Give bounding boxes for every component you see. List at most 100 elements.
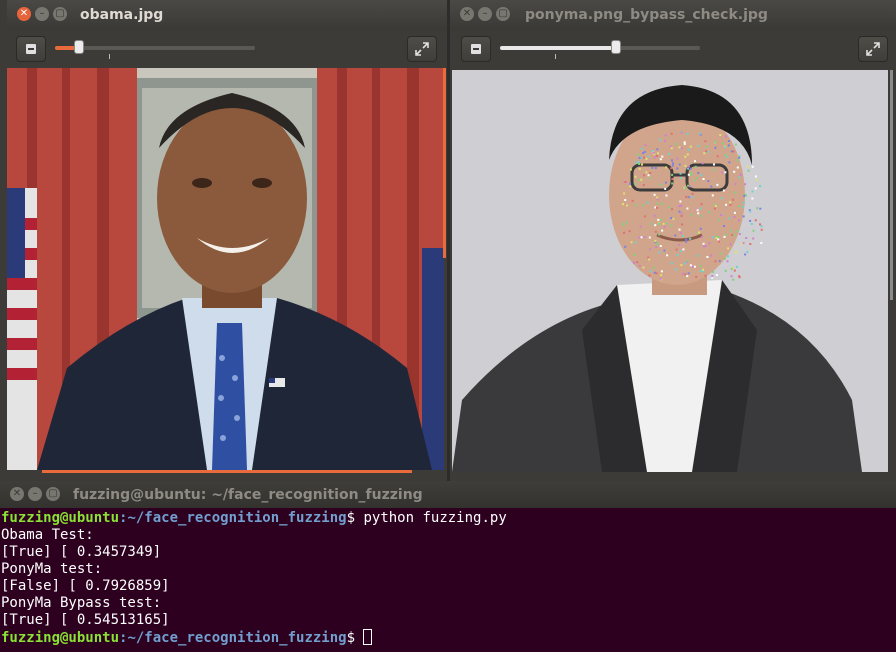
prompt-symbol: $	[346, 510, 356, 526]
noise-pixel	[674, 268, 677, 271]
noise-pixel	[725, 135, 727, 138]
noise-pixel	[690, 174, 693, 176]
noise-pixel	[659, 158, 662, 161]
zoom-out-icon	[471, 44, 481, 54]
noise-pixel	[624, 181, 627, 183]
slider-handle[interactable]	[74, 40, 84, 54]
noise-pixel	[733, 215, 736, 218]
terminal-line: Obama Test:	[1, 527, 94, 543]
window-titlebar[interactable]: ✕ – ▢ ponyma.png_bypass_check.jpg	[450, 0, 896, 30]
noise-pixel	[679, 176, 682, 179]
zoom-out-button[interactable]	[16, 36, 46, 62]
maximize-icon[interactable]: ▢	[46, 487, 60, 501]
zoom-slider[interactable]	[55, 40, 255, 54]
noise-pixel	[724, 146, 727, 149]
image-toolbar	[450, 30, 896, 68]
fullscreen-button[interactable]	[858, 36, 888, 62]
noise-pixel	[729, 204, 732, 206]
noise-pixel	[722, 189, 725, 192]
noise-pixel	[736, 166, 739, 169]
noise-pixel	[712, 168, 715, 171]
noise-pixel	[690, 171, 693, 174]
fullscreen-button[interactable]	[407, 36, 437, 62]
noise-pixel	[743, 194, 746, 197]
maximize-icon[interactable]: ▢	[53, 7, 67, 21]
noise-pixel	[734, 143, 737, 146]
noise-pixel	[712, 270, 715, 273]
image-toolbar	[7, 30, 447, 68]
scroll-indicator[interactable]	[443, 68, 446, 258]
noise-pixel	[695, 275, 698, 278]
noise-pixel	[653, 266, 656, 269]
noise-pixel	[733, 269, 736, 272]
noise-pixel	[678, 210, 681, 213]
noise-pixel	[638, 264, 641, 267]
noise-pixel	[749, 243, 752, 245]
noise-pixel	[720, 197, 723, 200]
scroll-indicator-horizontal[interactable]	[42, 470, 412, 473]
noise-pixel	[670, 224, 673, 227]
noise-pixel	[671, 164, 674, 167]
noise-pixel	[755, 178, 758, 181]
zoom-slider[interactable]	[500, 40, 700, 54]
noise-pixel	[659, 183, 662, 186]
window-titlebar[interactable]: ✕ – ▢ obama.jpg	[7, 0, 447, 30]
zoom-out-button[interactable]	[461, 36, 491, 62]
noise-pixel	[659, 277, 662, 280]
noise-pixel	[649, 270, 652, 273]
noise-pixel	[718, 240, 720, 243]
noise-pixel	[706, 256, 709, 258]
prompt-user: fuzzing@ubuntu	[1, 510, 120, 526]
noise-pixel	[749, 210, 752, 213]
noise-pixel	[746, 251, 749, 253]
noise-pixel	[700, 203, 703, 206]
minimize-icon[interactable]: –	[35, 7, 49, 21]
noise-pixel	[704, 245, 707, 247]
maximize-icon[interactable]: ▢	[496, 7, 510, 21]
noise-pixel	[695, 177, 698, 180]
minimize-icon[interactable]: –	[478, 7, 492, 21]
noise-pixel	[672, 217, 675, 220]
noise-pixel	[671, 178, 674, 181]
noise-pixel	[734, 191, 737, 194]
noise-pixel	[645, 171, 648, 174]
noise-pixel	[678, 243, 681, 246]
noise-pixel	[653, 214, 656, 217]
noise-pixel	[740, 242, 743, 245]
minimize-icon[interactable]: –	[28, 487, 42, 501]
noise-pixel	[716, 183, 719, 186]
noise-pixel	[642, 156, 645, 159]
noise-pixel	[708, 211, 710, 214]
close-icon[interactable]: ✕	[17, 7, 31, 21]
noise-pixel	[683, 142, 686, 145]
noise-pixel	[754, 219, 757, 222]
noise-pixel	[724, 171, 727, 174]
noise-pixel	[680, 264, 683, 267]
slider-handle[interactable]	[611, 40, 621, 54]
noise-pixel	[730, 150, 733, 153]
noise-pixel	[749, 219, 752, 222]
close-icon[interactable]: ✕	[10, 487, 24, 501]
noise-pixel	[714, 205, 717, 207]
terminal-titlebar[interactable]: ✕ – ▢ fuzzing@ubuntu: ~/face_recognition…	[0, 481, 896, 508]
noise-pixel	[634, 241, 637, 244]
noise-pixel	[685, 195, 688, 198]
noise-pixel	[642, 184, 645, 186]
noise-pixel	[718, 260, 721, 263]
noise-pixel	[719, 252, 722, 255]
noise-pixel	[744, 253, 747, 256]
noise-pixel	[645, 157, 648, 160]
noise-pixel	[727, 144, 730, 147]
vertical-scrollbar[interactable]	[890, 70, 893, 300]
noise-pixel	[682, 235, 684, 238]
noise-pixel	[681, 223, 684, 226]
noise-pixel	[659, 218, 662, 221]
noise-pixel	[667, 206, 670, 209]
noise-pixel	[684, 262, 687, 265]
noise-pixel	[682, 248, 685, 251]
terminal-output[interactable]: fuzzing@ubuntu:~/face_recognition_fuzzin…	[1, 510, 896, 647]
terminal-window[interactable]: ✕ – ▢ fuzzing@ubuntu: ~/face_recognition…	[0, 481, 896, 652]
noise-pixel	[693, 179, 696, 182]
close-icon[interactable]: ✕	[460, 7, 474, 21]
noise-pixel	[707, 180, 710, 182]
